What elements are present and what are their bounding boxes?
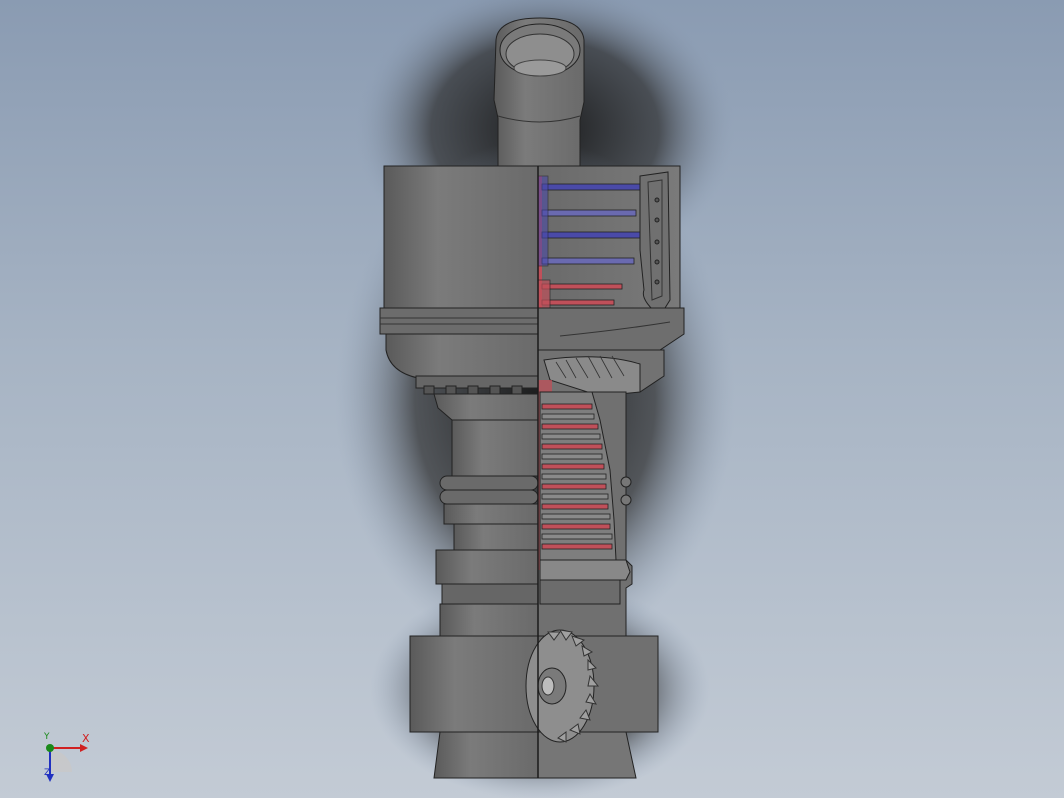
inlet-pipe[interactable]	[493, 17, 585, 167]
compressor-section-cut[interactable]	[537, 380, 633, 637]
graphics-viewport[interactable]: X Y Z	[0, 0, 1064, 798]
turbine-model[interactable]	[0, 0, 1064, 798]
upper-section-cut[interactable]	[537, 165, 685, 397]
upper-housing[interactable]	[379, 165, 539, 395]
axis-x-label: X	[82, 732, 90, 745]
axis-y-label: Y	[44, 732, 50, 742]
axis-z-label: Z	[44, 768, 51, 778]
axis-triad: X Y Z	[36, 728, 106, 788]
